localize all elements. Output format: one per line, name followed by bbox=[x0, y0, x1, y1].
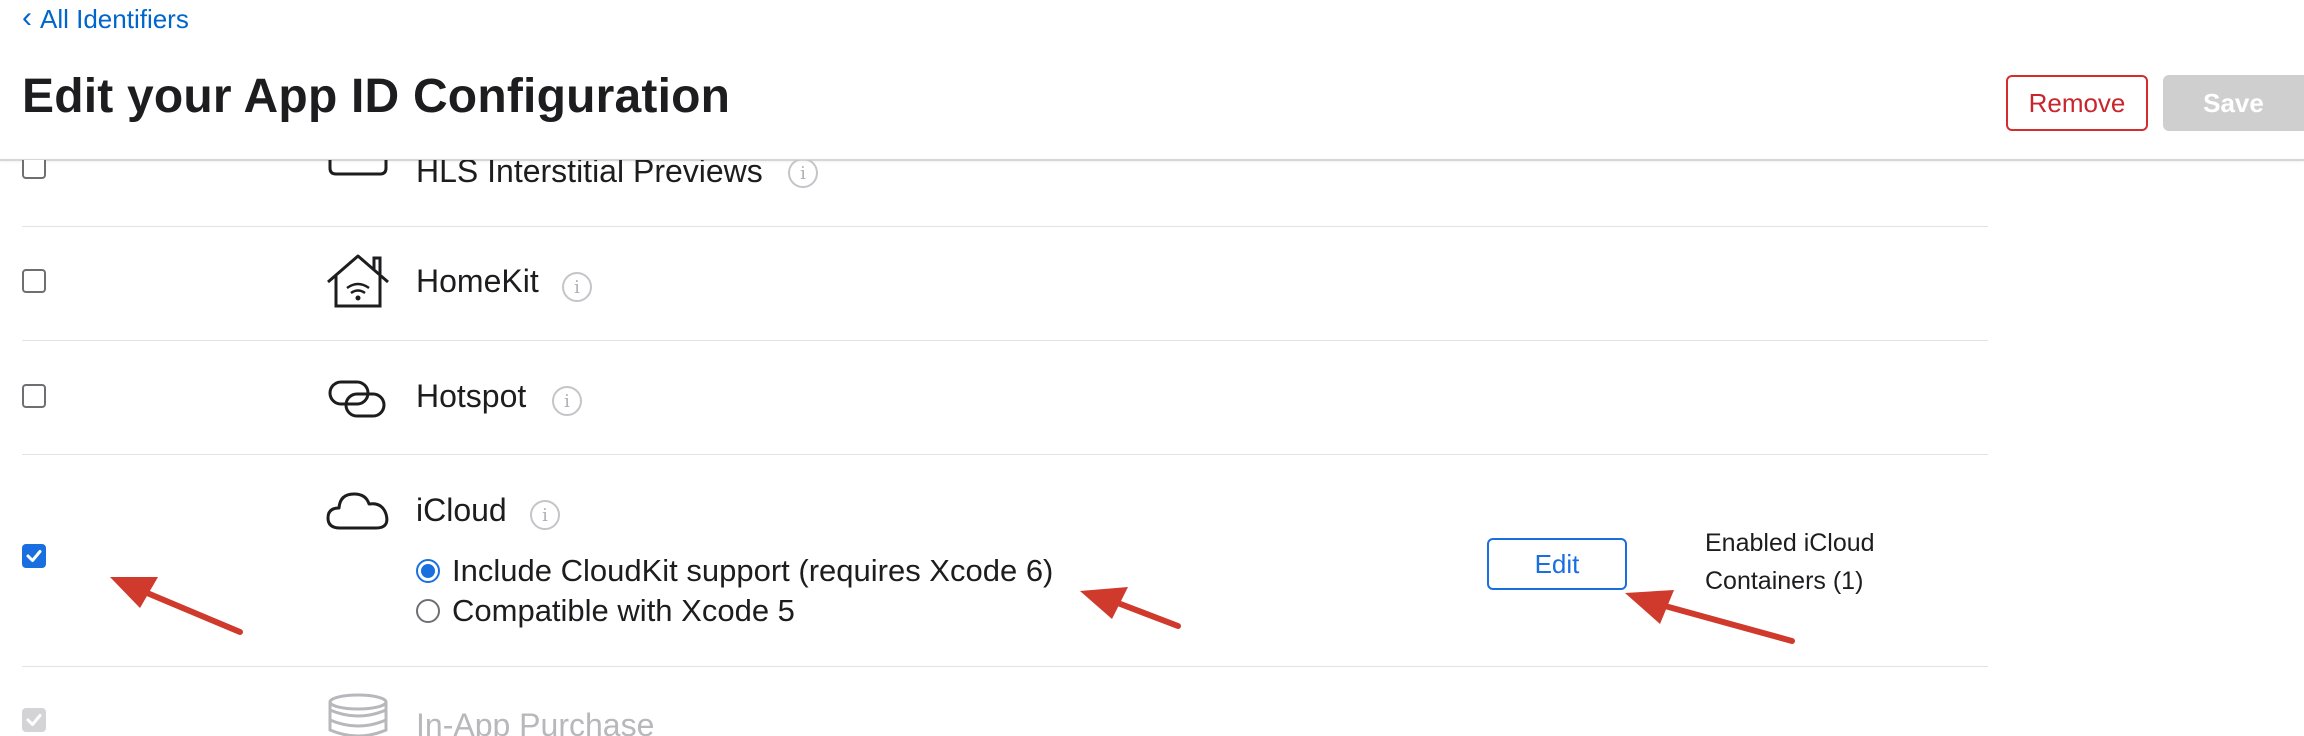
homekit-label: HomeKit bbox=[416, 263, 539, 299]
checkmark-icon bbox=[26, 714, 42, 726]
save-button[interactable]: Save bbox=[2163, 75, 2304, 131]
hls-checkbox[interactable] bbox=[22, 160, 46, 179]
icloud-edit-button[interactable]: Edit bbox=[1487, 538, 1627, 590]
homekit-info-icon[interactable]: i bbox=[562, 272, 592, 302]
cloudkit-radio[interactable] bbox=[416, 559, 440, 583]
in-app-purchase-checkbox bbox=[22, 708, 46, 732]
row-divider bbox=[22, 454, 1988, 455]
icloud-checkbox[interactable] bbox=[22, 544, 46, 568]
chevron-left-icon: ‹ bbox=[22, 1, 32, 34]
xcode5-radio[interactable] bbox=[416, 599, 440, 623]
cloudkit-support-option[interactable]: Include CloudKit support (requires Xcode… bbox=[416, 552, 1053, 590]
back-link-label: All Identifiers bbox=[40, 4, 189, 34]
xcode5-compatible-option[interactable]: Compatible with Xcode 5 bbox=[416, 592, 795, 630]
hotspot-label: Hotspot bbox=[416, 378, 527, 414]
row-divider bbox=[22, 666, 1988, 667]
row-divider bbox=[22, 340, 1988, 341]
capabilities-list: HLS Interstitial Previews i HomeKit i Ho… bbox=[0, 160, 2304, 736]
hotspot-link-icon bbox=[328, 380, 386, 418]
app-id-configuration-page: ‹ All Identifiers Edit your App ID Confi… bbox=[0, 0, 2304, 736]
hls-preview-icon bbox=[328, 160, 388, 176]
row-divider bbox=[22, 226, 1988, 227]
icloud-info-icon[interactable]: i bbox=[530, 500, 560, 530]
homekit-checkbox[interactable] bbox=[22, 269, 46, 293]
cloud-icon bbox=[326, 492, 389, 530]
hotspot-info-icon[interactable]: i bbox=[552, 386, 582, 416]
coins-stack-icon bbox=[328, 693, 388, 736]
remove-button[interactable]: Remove bbox=[2006, 75, 2148, 131]
hls-label: HLS Interstitial Previews bbox=[416, 160, 763, 189]
enabled-icloud-containers-note: Enabled iCloud Containers (1) bbox=[1705, 529, 1875, 595]
hotspot-checkbox[interactable] bbox=[22, 384, 46, 408]
homekit-house-icon bbox=[327, 254, 389, 308]
icloud-label: iCloud bbox=[416, 492, 507, 528]
hls-info-icon[interactable]: i bbox=[788, 160, 818, 188]
in-app-purchase-label: In-App Purchase bbox=[416, 707, 655, 736]
xcode5-option-label: Compatible with Xcode 5 bbox=[452, 593, 795, 628]
cloudkit-option-label: Include CloudKit support (requires Xcode… bbox=[452, 553, 1054, 588]
page-title: Edit your App ID Configuration bbox=[22, 70, 731, 123]
checkmark-icon bbox=[26, 550, 42, 562]
back-to-identifiers-link[interactable]: ‹ All Identifiers bbox=[22, 1, 189, 35]
